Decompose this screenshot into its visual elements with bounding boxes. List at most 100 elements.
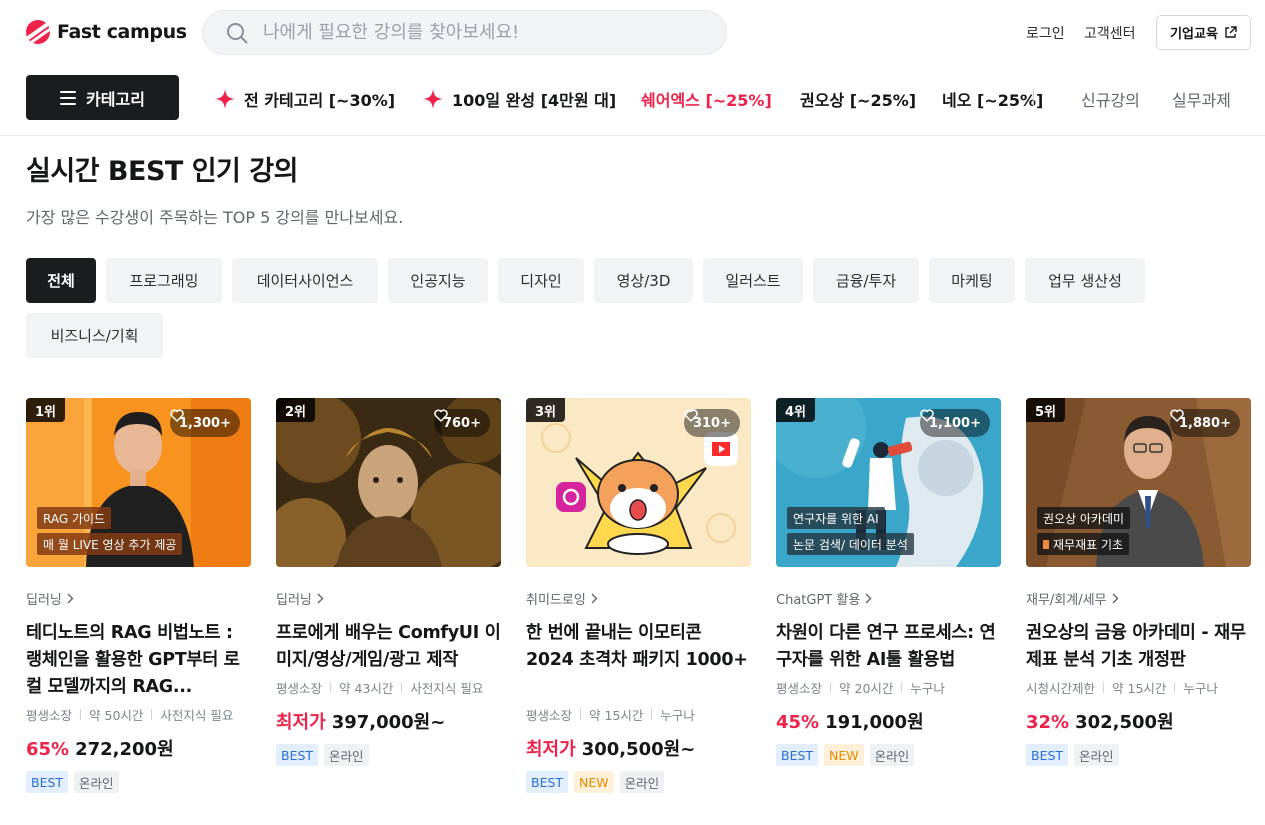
price-value: 272,200원 bbox=[75, 739, 174, 760]
course-card[interactable]: 5위 1,880+ 권오상 아카데미 재무재표 기초 재무/회계/세무 권오상의… bbox=[1026, 398, 1251, 818]
likes-count[interactable]: 1,880+ bbox=[1169, 409, 1240, 437]
filter-chip-all[interactable]: 전체 bbox=[26, 258, 96, 303]
search-input[interactable] bbox=[263, 11, 703, 54]
course-card[interactable]: 1위 1,300+ RAG 가이드 매 월 LIVE 영상 추가 제공 딥러닝 … bbox=[26, 398, 251, 818]
nav-item-label: 쉐어엑스 [~25%] bbox=[641, 91, 772, 110]
course-meta: 평생소장 약 20시간 누구나 bbox=[776, 678, 945, 697]
course-thumbnail[interactable]: 3위 310+ bbox=[526, 398, 751, 567]
course-title[interactable]: 한 번에 끝내는 이모티콘 2024 초격차 패키지 1000+ bbox=[526, 620, 751, 674]
likes-count[interactable]: 310+ bbox=[683, 409, 740, 437]
best-badge: BEST bbox=[776, 744, 819, 766]
filter-chip-illustration[interactable]: 일러스트 bbox=[703, 258, 803, 303]
meta-level: 사전지식 필요 bbox=[410, 681, 484, 696]
best-badge: BEST bbox=[1026, 744, 1069, 766]
search-bar[interactable] bbox=[202, 10, 727, 55]
logo-icon bbox=[26, 20, 50, 44]
course-title[interactable]: 프로에게 배우는 ComfyUI 이미지/영상/게임/광고 제작 bbox=[276, 620, 501, 674]
heart-icon[interactable] bbox=[1170, 409, 1184, 422]
price-value: 397,000원~ bbox=[331, 712, 446, 733]
course-category[interactable]: ChatGPT 활용 bbox=[776, 589, 872, 608]
course-price: 최저가 397,000원~ bbox=[276, 708, 445, 734]
thumbnail-tag-label: 재무재표 기초 bbox=[1053, 537, 1124, 552]
course-meta: 평생소장 약 50시간 사전지식 필요 bbox=[26, 705, 233, 724]
nav-item-neo[interactable]: 네오 [~25%] bbox=[942, 87, 1043, 111]
course-price: 45% 191,000원 bbox=[776, 708, 924, 734]
course-thumbnail[interactable]: 5위 1,880+ 권오상 아카데미 재무재표 기초 bbox=[1026, 398, 1251, 567]
course-price: 32% 302,500원 bbox=[1026, 708, 1174, 734]
filter-chip-productivity[interactable]: 업무 생산성 bbox=[1025, 258, 1145, 303]
likes-value: 760+ bbox=[442, 415, 481, 431]
meta-access: 평생소장 bbox=[276, 681, 323, 696]
course-card[interactable]: 4위 1,100+ 연구자를 위한 AI 논문 검색/ 데이터 분석 ChatG… bbox=[776, 398, 1001, 818]
price-value: 300,500원~ bbox=[581, 739, 696, 760]
rank-badge: 5위 bbox=[1026, 398, 1066, 422]
nav-item-new-courses[interactable]: 신규강의 bbox=[1081, 87, 1140, 111]
filter-chip-marketing[interactable]: 마케팅 bbox=[929, 258, 1015, 303]
rank-badge: 4위 bbox=[776, 398, 816, 422]
filter-chip-ai[interactable]: 인공지능 bbox=[388, 258, 488, 303]
course-category[interactable]: 취미드로잉 bbox=[526, 589, 598, 608]
meta-access: 평생소장 bbox=[526, 708, 573, 723]
meta-level: 누구나 bbox=[910, 681, 945, 696]
meta-duration: 약 50시간 bbox=[89, 708, 144, 723]
course-title[interactable]: 권오상의 금융 아카데미 - 재무제표 분석 기초 개정판 bbox=[1026, 620, 1251, 674]
price-value: 191,000원 bbox=[825, 712, 924, 733]
course-category[interactable]: 재무/회계/세무 bbox=[1026, 589, 1119, 608]
best-badge: BEST bbox=[26, 771, 69, 793]
filter-chip-business-planning[interactable]: 비즈니스/기획 bbox=[26, 313, 163, 358]
nav-item-kwonosang[interactable]: 권오상 [~25%] bbox=[800, 87, 916, 111]
heart-icon[interactable] bbox=[170, 409, 184, 422]
likes-count[interactable]: 1,100+ bbox=[919, 409, 990, 437]
online-badge: 온라인 bbox=[324, 744, 369, 766]
course-category-label: 딥러닝 bbox=[26, 593, 62, 608]
sparkle-icon bbox=[215, 89, 235, 109]
thumbnail-tag: RAG 가이드 bbox=[37, 507, 112, 529]
likes-value: 310+ bbox=[692, 415, 731, 431]
course-thumbnail[interactable]: 1위 1,300+ RAG 가이드 매 월 LIVE 영상 추가 제공 bbox=[26, 398, 251, 567]
nav-divider bbox=[1033, 89, 1034, 106]
hamburger-icon bbox=[60, 90, 77, 105]
login-link[interactable]: 로그인 bbox=[1026, 23, 1065, 43]
meta-duration: 약 20시간 bbox=[839, 681, 894, 696]
course-category[interactable]: 딥러닝 bbox=[26, 589, 74, 608]
heart-icon[interactable] bbox=[684, 409, 698, 422]
filter-chip-programming[interactable]: 프로그래밍 bbox=[106, 258, 222, 303]
nav-item-sharex[interactable]: 쉐어엑스 [~25%] bbox=[641, 87, 772, 111]
support-link[interactable]: 고객센터 bbox=[1084, 23, 1136, 43]
course-category-label: 취미드로잉 bbox=[526, 593, 586, 608]
logo[interactable]: Fast campus bbox=[26, 20, 187, 44]
likes-count[interactable]: 1,300+ bbox=[169, 409, 240, 437]
top-header: Fast campus 로그인 고객센터 기업교육 bbox=[0, 0, 1265, 66]
course-thumbnail[interactable]: 2위 760+ bbox=[276, 398, 501, 567]
discount-rate: 32% bbox=[1026, 712, 1070, 733]
filter-chip-data-science[interactable]: 데이터사이언스 bbox=[232, 258, 378, 303]
course-price: 최저가 300,500원~ bbox=[526, 735, 695, 761]
filter-chip-finance[interactable]: 금융/투자 bbox=[813, 258, 919, 303]
category-menu-button[interactable]: 카테고리 bbox=[26, 75, 179, 120]
chevron-right-icon bbox=[1112, 593, 1119, 604]
thumbnail-tag: 재무재표 기초 bbox=[1037, 533, 1130, 555]
section-title: 실시간 BEST 인기 강의 bbox=[26, 156, 298, 187]
filter-chip-video-3d[interactable]: 영상/3D bbox=[594, 258, 693, 303]
course-card[interactable]: 2위 760+ 딥러닝 프로에게 배우는 ComfyUI 이미지/영상/게임/광… bbox=[276, 398, 501, 818]
course-card[interactable]: 3위 310+ 취미드로잉 한 번에 끝내는 이모티콘 2024 초격차 패키지… bbox=[526, 398, 751, 818]
course-thumbnail[interactable]: 4위 1,100+ 연구자를 위한 AI 논문 검색/ 데이터 분석 bbox=[776, 398, 1001, 567]
meta-access: 평생소장 bbox=[776, 681, 823, 696]
course-title[interactable]: 차원이 다른 연구 프로세스: 연구자를 위한 AI툴 활용법 bbox=[776, 620, 1001, 674]
nav-item-all-category-sale[interactable]: 전 카테고리 [~30%] bbox=[214, 87, 395, 111]
nav-item-practical-tasks[interactable]: 실무과제 bbox=[1172, 87, 1231, 111]
search-icon[interactable] bbox=[226, 22, 248, 44]
course-title[interactable]: 테디노트의 RAG 비법노트 : 랭체인을 활용한 GPT부터 로컬 모델까지의… bbox=[26, 620, 251, 701]
heart-icon[interactable] bbox=[434, 409, 448, 422]
course-category-label: ChatGPT 활용 bbox=[776, 593, 861, 608]
chevron-right-icon bbox=[67, 593, 74, 604]
likes-count[interactable]: 760+ bbox=[433, 409, 490, 437]
nav-item-100days[interactable]: 100일 완성 [4만원 대] bbox=[422, 87, 616, 111]
heart-icon[interactable] bbox=[920, 409, 934, 422]
course-category[interactable]: 딥러닝 bbox=[276, 589, 324, 608]
filter-chip-design[interactable]: 디자인 bbox=[498, 258, 584, 303]
discount-rate: 최저가 bbox=[526, 739, 576, 760]
nav-item-label: 실무과제 bbox=[1172, 91, 1231, 110]
logo-text: Fast campus bbox=[57, 21, 187, 43]
business-education-button[interactable]: 기업교육 bbox=[1156, 15, 1251, 50]
